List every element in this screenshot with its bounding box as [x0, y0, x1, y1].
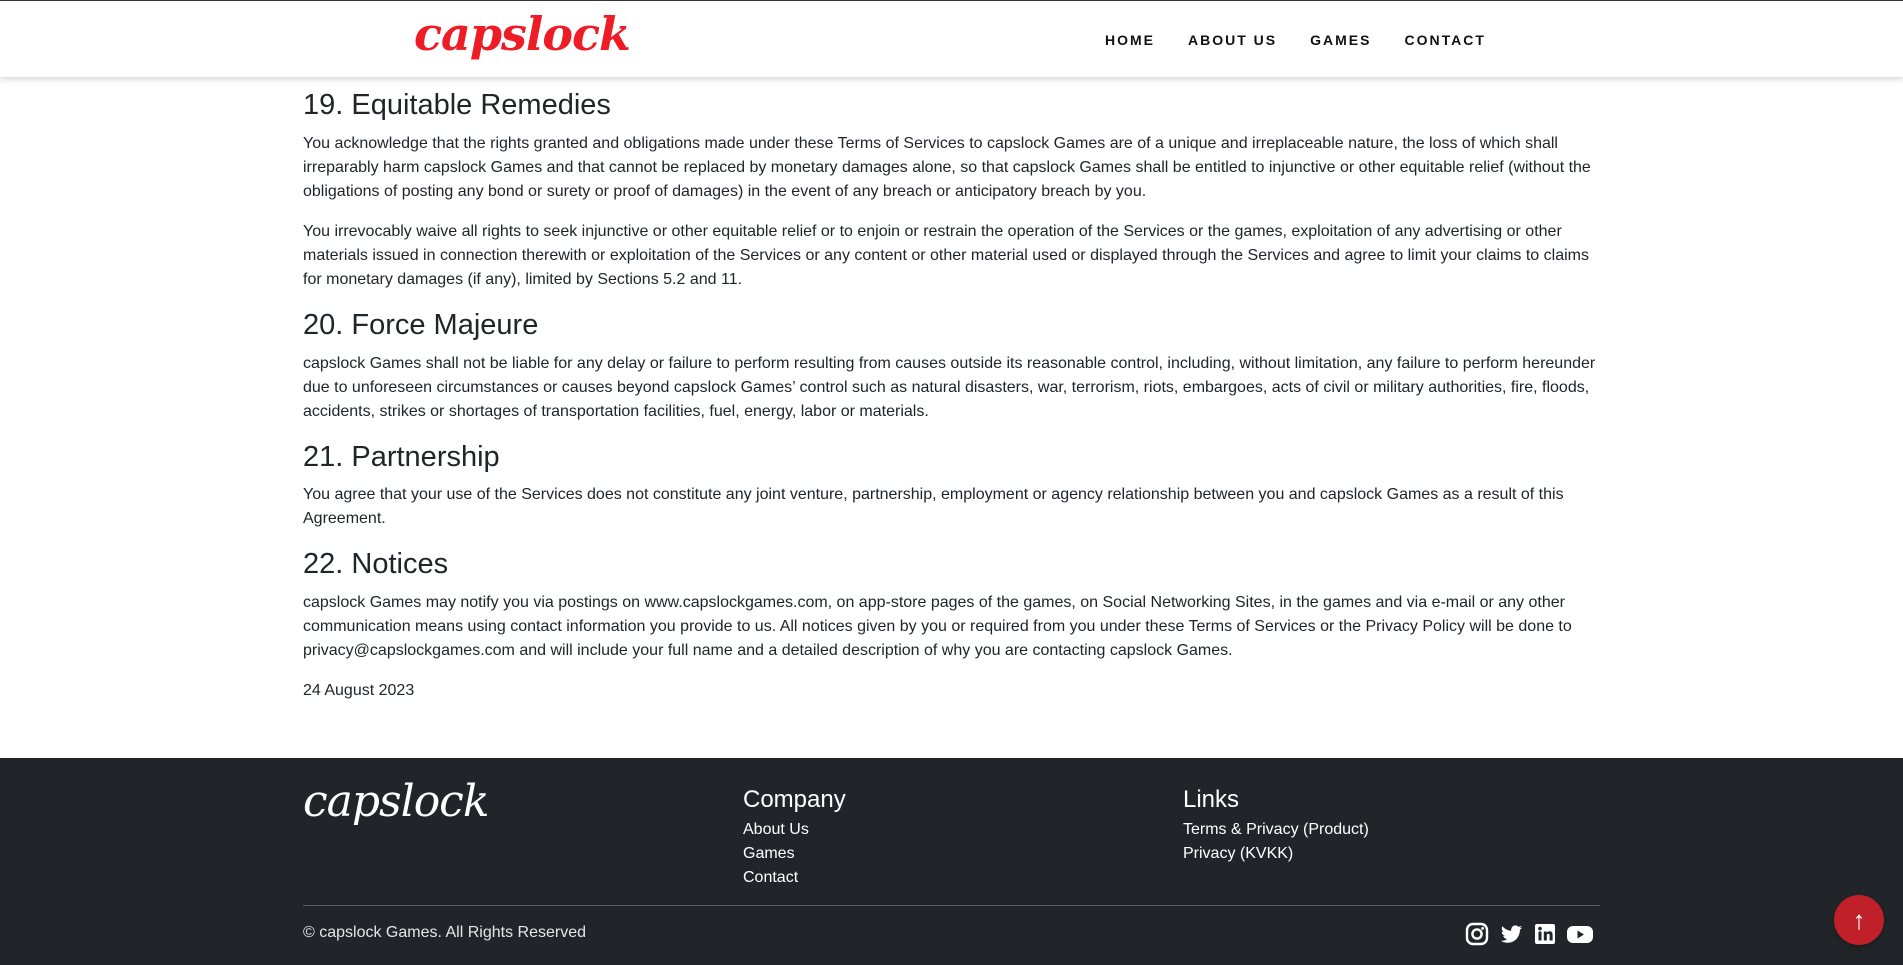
scroll-to-top-button[interactable]: ↑ — [1834, 895, 1884, 945]
section-equitable-remedies: 19. Equitable Remedies You acknowledge t… — [303, 88, 1603, 292]
section-paragraph: You irrevocably waive all rights to seek… — [303, 222, 1589, 288]
arrow-up-icon: ↑ — [1852, 904, 1866, 935]
instagram-icon[interactable] — [1464, 921, 1490, 947]
footer-company-column: Company About Us Games Contact — [743, 786, 846, 890]
footer-links-heading: Links — [1183, 786, 1240, 813]
footer-links-column: Links Terms & Privacy (Product) Privacy … — [1183, 786, 1369, 866]
section-heading: 21. Partnership — [303, 440, 500, 473]
copyright-text: © capslock Games. All Rights Reserved — [303, 924, 587, 941]
section-heading: 20. Force Majeure — [303, 308, 539, 341]
section-paragraph: You acknowledge that the rights granted … — [303, 134, 1591, 200]
section-paragraph: You agree that your use of the Services … — [303, 486, 1564, 528]
footer-link-games[interactable]: Games — [743, 842, 846, 866]
brand-logo[interactable]: capslock — [414, 7, 631, 61]
top-navbar: capslock HOME ABOUT US GAMES CONTACT — [0, 0, 1903, 77]
footer-link-terms-privacy[interactable]: Terms & Privacy (Product) — [1183, 818, 1369, 842]
main-nav: HOME ABOUT US GAMES CONTACT — [1105, 32, 1519, 48]
terms-content: 19. Equitable Remedies You acknowledge t… — [303, 88, 1603, 703]
footer-link-about-us[interactable]: About Us — [743, 818, 846, 842]
section-heading: 19. Equitable Remedies — [303, 89, 611, 121]
section-heading: 22. Notices — [303, 548, 449, 581]
section-force-majeure: 20. Force Majeure capslock Games shall n… — [303, 308, 1603, 424]
footer-company-heading: Company — [743, 786, 846, 813]
youtube-icon[interactable] — [1566, 921, 1593, 947]
footer-link-privacy-kvkk[interactable]: Privacy (KVKK) — [1183, 842, 1369, 866]
nav-home[interactable]: HOME — [1105, 32, 1155, 48]
linkedin-icon[interactable] — [1532, 921, 1558, 947]
last-updated-date: 24 August 2023 — [303, 682, 415, 700]
section-paragraph: capslock Games may notify you via postin… — [303, 594, 1572, 660]
nav-contact[interactable]: CONTACT — [1404, 32, 1485, 48]
nav-about-us[interactable]: ABOUT US — [1188, 32, 1277, 48]
footer-link-contact[interactable]: Contact — [743, 866, 846, 890]
site-footer: capslock Company About Us Games Contact … — [0, 758, 1903, 965]
nav-games[interactable]: GAMES — [1310, 32, 1371, 48]
social-links — [1464, 921, 1593, 947]
twitter-icon[interactable] — [1498, 921, 1524, 947]
section-paragraph: capslock Games shall not be liable for a… — [303, 354, 1596, 420]
footer-logo[interactable]: capslock — [303, 776, 489, 827]
section-partnership: 21. Partnership You agree that your use … — [303, 440, 1603, 532]
footer-divider — [303, 905, 1600, 906]
section-notices: 22. Notices capslock Games may notify yo… — [303, 547, 1603, 663]
